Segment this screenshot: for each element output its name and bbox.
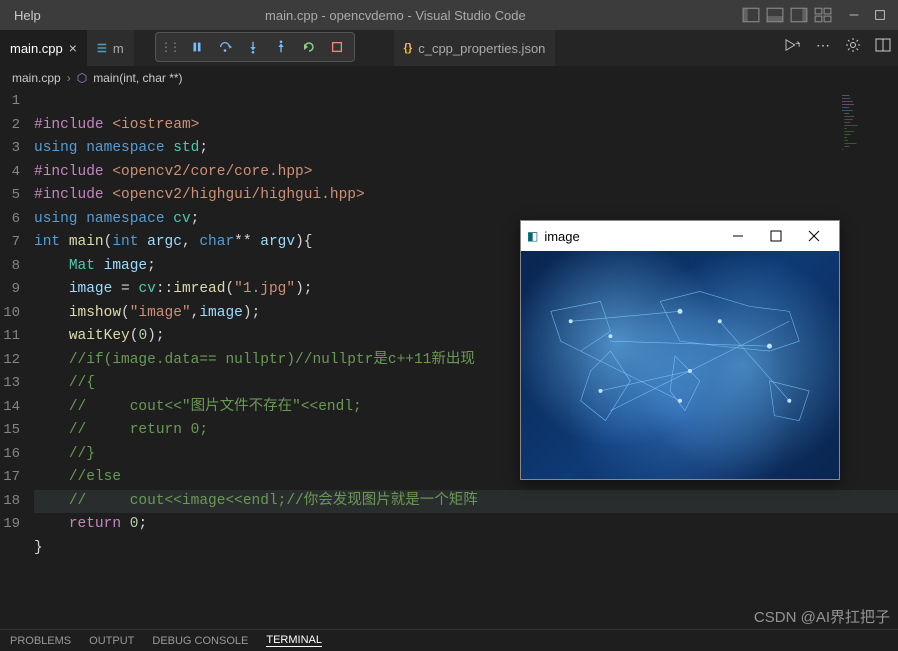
- tab-m[interactable]: ☰ m: [87, 30, 134, 66]
- layout-right-icon[interactable]: [790, 6, 808, 24]
- stop-button[interactable]: [324, 35, 350, 59]
- restart-button[interactable]: [296, 35, 322, 59]
- close-button[interactable]: [795, 222, 833, 250]
- image-window-title: image: [544, 229, 579, 244]
- layout-custom-icon[interactable]: [814, 6, 832, 24]
- tab-debug-console[interactable]: DEBUG CONSOLE: [152, 635, 248, 647]
- breadcrumb[interactable]: main.cpp › ⬡ main(int, char **): [0, 66, 898, 90]
- more-icon[interactable]: ⋯: [812, 34, 834, 56]
- minimize-button[interactable]: [842, 3, 866, 27]
- app-icon: ◧: [527, 229, 538, 243]
- menu-help[interactable]: Help: [6, 8, 49, 23]
- chevron-right-icon: ›: [67, 71, 71, 85]
- step-over-button[interactable]: [212, 35, 238, 59]
- tab-label: c_cpp_properties.json: [418, 41, 545, 56]
- maximize-button[interactable]: [868, 3, 892, 27]
- breadcrumb-symbol[interactable]: main(int, char **): [93, 71, 182, 85]
- tab-c-cpp-properties[interactable]: {} c_cpp_properties.json: [394, 30, 556, 66]
- breadcrumb-file[interactable]: main.cpp: [12, 71, 61, 85]
- line-gutter: 12345678910111213141516171819: [0, 90, 28, 630]
- image-content: [521, 251, 839, 479]
- tab-terminal[interactable]: TERMINAL: [266, 634, 322, 647]
- step-into-button[interactable]: [240, 35, 266, 59]
- editor-actions: ⋯: [782, 34, 894, 56]
- tab-label: m: [113, 41, 124, 56]
- minimap[interactable]: ▬▬▬▬▬▬▬▬▬▬▬▬▬▬▬▬▬▬▬▬▬▬▬▬▬▬▬▬▬▬▬▬▬▬▬▬▬▬▬▬…: [838, 90, 898, 290]
- window-controls: [842, 3, 892, 27]
- layout-sidebar-icon[interactable]: [742, 6, 760, 24]
- drag-handle-icon[interactable]: ⋮⋮: [160, 40, 178, 54]
- minimize-button[interactable]: [719, 222, 757, 250]
- pause-button[interactable]: [184, 35, 210, 59]
- tab-output[interactable]: OUTPUT: [89, 635, 134, 647]
- file-icon: ☰: [97, 42, 107, 55]
- layout-panel-icon[interactable]: [766, 6, 784, 24]
- bottom-panel: PROBLEMS OUTPUT DEBUG CONSOLE TERMINAL: [0, 629, 898, 651]
- settings-icon[interactable]: [842, 34, 864, 56]
- window-title: main.cpp - opencvdemo - Visual Studio Co…: [49, 8, 742, 23]
- watermark: CSDN @AI界扛把子: [754, 606, 890, 627]
- step-out-button[interactable]: [268, 35, 294, 59]
- json-icon: {}: [404, 42, 413, 54]
- editor-tabs: main.cpp × ☰ m ⋮⋮ {} c_cpp_properties.js…: [0, 30, 898, 66]
- tab-main-cpp[interactable]: main.cpp ×: [0, 30, 87, 66]
- symbol-method-icon: ⬡: [77, 71, 87, 85]
- image-window-titlebar[interactable]: ◧ image: [521, 221, 839, 251]
- debug-toolbar[interactable]: ⋮⋮: [155, 32, 355, 62]
- tab-problems[interactable]: PROBLEMS: [10, 635, 71, 647]
- image-preview-window[interactable]: ◧ image: [520, 220, 840, 480]
- run-button[interactable]: [782, 34, 804, 56]
- close-icon[interactable]: ×: [69, 40, 77, 56]
- title-bar: Help main.cpp - opencvdemo - Visual Stud…: [0, 0, 898, 30]
- split-editor-icon[interactable]: [872, 34, 894, 56]
- layout-controls: [742, 6, 832, 24]
- maximize-button[interactable]: [757, 222, 795, 250]
- tab-label: main.cpp: [10, 41, 63, 56]
